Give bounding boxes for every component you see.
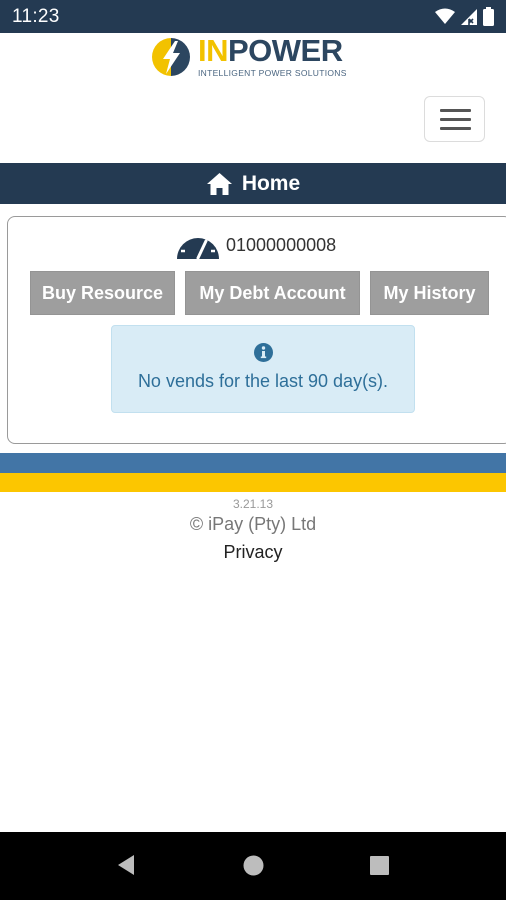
meter-card: 01000000008 Buy Resource My Debt Account… bbox=[7, 216, 506, 444]
info-message: No vends for the last 90 day(s). bbox=[137, 371, 389, 391]
wifi-icon bbox=[435, 8, 455, 24]
status-bar: 11:23 bbox=[0, 0, 506, 33]
page-title-bar: Home bbox=[0, 163, 506, 204]
meter-row: 01000000008 bbox=[176, 221, 336, 259]
hamburger-menu-icon-line bbox=[440, 118, 471, 121]
copyright: © iPay (Pty) Ltd bbox=[189, 514, 317, 534]
inpower-logo: INPOWER INTELLIGENT POWER SOLUTIONS bbox=[151, 35, 347, 79]
system-nav-bar bbox=[0, 832, 506, 900]
my-debt-account-button[interactable]: My Debt Account bbox=[185, 271, 360, 315]
logo-in: IN bbox=[198, 33, 229, 68]
info-alert: No vends for the last 90 day(s). bbox=[111, 325, 415, 413]
menu-button[interactable] bbox=[424, 96, 485, 142]
logo-tagline: INTELLIGENT POWER SOLUTIONS bbox=[198, 68, 347, 78]
buy-resource-button[interactable]: Buy Resource bbox=[30, 271, 175, 315]
app-version: 3.21.13 bbox=[232, 497, 274, 511]
cellular-signal-icon bbox=[461, 8, 477, 25]
hamburger-menu-icon-line bbox=[440, 127, 471, 130]
back-icon[interactable] bbox=[116, 854, 136, 876]
footer: 3.21.13 © iPay (Pty) Ltd Privacy bbox=[0, 494, 506, 563]
blue-stripe bbox=[0, 453, 506, 473]
recents-icon[interactable] bbox=[370, 856, 389, 875]
my-history-button[interactable]: My History bbox=[370, 271, 489, 315]
logo-text: INPOWER INTELLIGENT POWER SOLUTIONS bbox=[198, 35, 347, 79]
info-icon bbox=[254, 343, 273, 362]
privacy-link[interactable]: Privacy bbox=[223, 542, 282, 563]
home-nav-icon[interactable] bbox=[243, 855, 264, 876]
meter-number: 01000000008 bbox=[226, 234, 337, 255]
logo-wordmark: INPOWER bbox=[198, 35, 347, 67]
home-icon bbox=[206, 172, 232, 195]
gold-stripe bbox=[0, 473, 506, 492]
status-time: 11:23 bbox=[12, 6, 60, 27]
meter-gauge-icon bbox=[177, 228, 219, 259]
status-icons bbox=[435, 7, 494, 26]
page-title: Home bbox=[241, 171, 301, 195]
hamburger-menu-icon-line bbox=[440, 109, 471, 112]
logo-power: POWER bbox=[228, 33, 343, 68]
battery-icon bbox=[483, 7, 494, 26]
lightning-bolt-icon bbox=[152, 38, 190, 76]
